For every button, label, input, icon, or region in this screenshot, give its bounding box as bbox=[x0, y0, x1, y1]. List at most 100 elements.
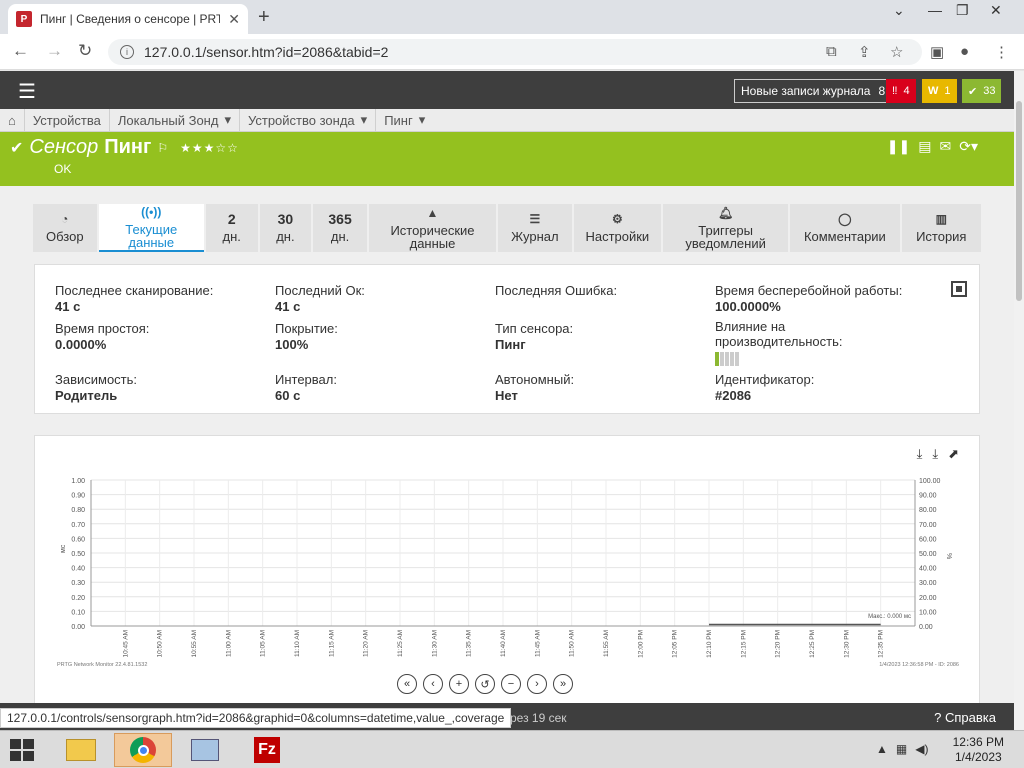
file-explorer-icon[interactable] bbox=[52, 733, 110, 767]
site-info-icon[interactable]: i bbox=[120, 45, 134, 59]
new-tab-icon[interactable]: + bbox=[258, 6, 270, 29]
tab-30-days[interactable]: 30 дн. bbox=[259, 204, 312, 252]
page-scrollbar[interactable] bbox=[1014, 71, 1024, 730]
hamburger-menu-icon[interactable]: ☰ bbox=[18, 79, 36, 104]
filezilla-icon[interactable]: Fz bbox=[238, 733, 296, 767]
fast-back-icon[interactable]: « bbox=[397, 674, 417, 694]
tab-label: Журнал bbox=[511, 229, 559, 244]
interval-field: Интервал: 60 с bbox=[275, 372, 337, 403]
reload-icon[interactable]: ↻ bbox=[78, 41, 92, 61]
scrollbar-thumb[interactable] bbox=[1016, 101, 1022, 301]
id-field: Идентификатор: #2086 bbox=[715, 372, 814, 403]
y2-tick-label: 60.00 bbox=[919, 536, 937, 543]
tab-label: 2 bbox=[227, 211, 236, 227]
alarms-badge[interactable]: ‼ 4 bbox=[886, 79, 916, 103]
translate-icon[interactable]: ⧉ bbox=[826, 43, 837, 60]
reset-icon[interactable]: ↺ bbox=[475, 674, 495, 694]
address-bar[interactable]: i 127.0.0.1/sensor.htm?id=2086&tabid=2 bbox=[108, 39, 922, 65]
chevron-down-icon[interactable]: ▾ bbox=[224, 112, 231, 128]
zoom-in-icon[interactable]: + bbox=[449, 674, 469, 694]
email-icon[interactable]: ✉ bbox=[940, 138, 952, 155]
help-button[interactable]: ? Справка bbox=[934, 710, 996, 725]
back-icon[interactable]: ← bbox=[12, 41, 29, 61]
last-error-field: Последняя Ошибка: bbox=[495, 283, 617, 298]
fast-forward-icon[interactable]: » bbox=[553, 674, 573, 694]
zoom-out-icon[interactable]: − bbox=[501, 674, 521, 694]
share-icon[interactable]: ⇪ bbox=[858, 43, 871, 61]
monitor-app-icon[interactable] bbox=[176, 733, 234, 767]
tab-historic-data[interactable]: ▲ Исторические данные bbox=[368, 204, 497, 252]
pdf-icon[interactable]: ▤ bbox=[918, 138, 931, 155]
volume-icon[interactable]: ◀) bbox=[915, 742, 928, 756]
impact-bar bbox=[715, 352, 719, 366]
clock[interactable]: 12:36 PM 1/4/2023 bbox=[953, 735, 1004, 765]
breadcrumb-ping[interactable]: Пинг ▾ bbox=[376, 109, 433, 131]
field-value[interactable]: Родитель bbox=[55, 388, 137, 403]
home-icon[interactable]: ⌂ bbox=[0, 109, 25, 131]
tab-history[interactable]: ▥ История bbox=[901, 204, 982, 252]
profile-icon[interactable]: ● bbox=[960, 43, 969, 60]
minimize-icon[interactable]: — bbox=[928, 2, 942, 18]
browser-tab[interactable]: P Пинг | Сведения о сенсоре | PRTG ✕ bbox=[8, 4, 248, 34]
pause-icon[interactable]: ❚❚ bbox=[887, 138, 910, 155]
network-icon[interactable]: ▦ bbox=[896, 742, 907, 756]
chevron-down-icon[interactable]: ▾ bbox=[361, 112, 368, 128]
breadcrumb: ⌂ Устройства Локальный Зонд ▾ Устройство … bbox=[0, 109, 1014, 132]
field-value: 41 с bbox=[55, 299, 81, 314]
chrome-icon[interactable] bbox=[114, 733, 172, 767]
forward-icon[interactable]: → bbox=[46, 41, 63, 61]
tab-live-data[interactable]: ((•)) Текущие данные bbox=[98, 204, 204, 252]
x-tick-label: 11:40 AM bbox=[500, 630, 507, 657]
breadcrumb-probe-device[interactable]: Устройство зонда ▾ bbox=[240, 109, 377, 131]
impact-bar bbox=[730, 352, 734, 366]
breadcrumb-devices[interactable]: Устройства bbox=[25, 109, 110, 131]
tab-overview[interactable]: ◔ Обзор bbox=[33, 204, 97, 252]
chevron-down-icon[interactable]: ⌄ bbox=[893, 2, 905, 19]
live-graph-panel: ⤓ ⤓ ⬈ 1.00 100.00 0.90 90.00 0.80 80.00 0.70 70… bbox=[34, 435, 980, 703]
impact-bar bbox=[735, 352, 739, 366]
chevron-down-icon[interactable]: ▾ bbox=[419, 112, 426, 128]
warnings-badge[interactable]: W 1 bbox=[922, 79, 957, 103]
refresh-countdown: рез 19 сек bbox=[510, 711, 567, 725]
refresh-icon[interactable]: ⟳▾ bbox=[959, 138, 978, 155]
tab-365-days[interactable]: 365 дн. bbox=[313, 204, 367, 252]
restore-icon[interactable]: ❐ bbox=[956, 2, 969, 19]
sensor-name[interactable]: Пинг bbox=[104, 136, 151, 159]
menu-dots-icon[interactable]: ⋮ bbox=[994, 43, 1009, 61]
tab-notification-triggers[interactable]: 🔔︎ Триггеры уведомлений bbox=[663, 204, 789, 252]
x-tick-label: 12:05 PM bbox=[672, 630, 679, 658]
qr-code-icon[interactable] bbox=[951, 281, 967, 297]
forward-icon[interactable]: › bbox=[527, 674, 547, 694]
windows-start-icon[interactable] bbox=[10, 739, 34, 761]
flag-icon[interactable]: ⚐ bbox=[157, 141, 168, 155]
back-icon[interactable]: ‹ bbox=[423, 674, 443, 694]
clock-date: 1/4/2023 bbox=[954, 750, 1002, 764]
window-close-icon[interactable]: ✕ bbox=[990, 2, 1002, 19]
link-preview: 127.0.0.1/controls/sensorgraph.htm?id=20… bbox=[0, 708, 512, 728]
sidepanel-icon[interactable]: ▣ bbox=[930, 43, 944, 61]
new-log-entries-button[interactable]: Новые записи журнала 8 bbox=[734, 79, 893, 103]
tab-comments[interactable]: ◯ Комментарии bbox=[790, 204, 900, 252]
windows-taskbar: Fz ▲ ▦ ◀) 12:36 PM 1/4/2023 bbox=[0, 730, 1024, 768]
y2-tick-label: 10.00 bbox=[919, 609, 937, 616]
tab-2-days[interactable]: 2 дн. bbox=[205, 204, 258, 252]
sensor-header: ✔ Сенсор Пинг ⚐ ★★★☆☆ OK ❚❚ ▤ ✉ ⟳▾ bbox=[0, 132, 1014, 186]
tab-log[interactable]: ☰ Журнал bbox=[498, 204, 572, 252]
close-icon[interactable]: ✕ bbox=[228, 11, 240, 28]
x-tick-label: 11:10 AM bbox=[294, 630, 301, 657]
log-count: 8 bbox=[878, 84, 886, 98]
tray-arrow-icon[interactable]: ▲ bbox=[876, 742, 888, 756]
priority-stars[interactable]: ★★★☆☆ bbox=[180, 141, 239, 155]
tab-label: 30 bbox=[277, 211, 294, 227]
breadcrumb-local-probe[interactable]: Локальный Зонд ▾ bbox=[110, 109, 240, 131]
list-icon: ☰ bbox=[529, 212, 541, 226]
y-tick-label: 0.80 bbox=[71, 507, 85, 514]
star-icon[interactable]: ☆ bbox=[890, 43, 903, 61]
tab-settings[interactable]: ⚙ Настройки bbox=[573, 204, 662, 252]
ok-badge[interactable]: ✔ 33 bbox=[962, 79, 1002, 103]
graph-navigation: « ‹ + ↺ − › » bbox=[397, 674, 573, 694]
live-signal-icon: ((•)) bbox=[141, 204, 162, 219]
x-tick-label: 12:10 PM bbox=[706, 630, 713, 658]
y2-tick-label: 90.00 bbox=[919, 493, 937, 500]
field-label: Последнее сканирование: bbox=[55, 283, 214, 298]
